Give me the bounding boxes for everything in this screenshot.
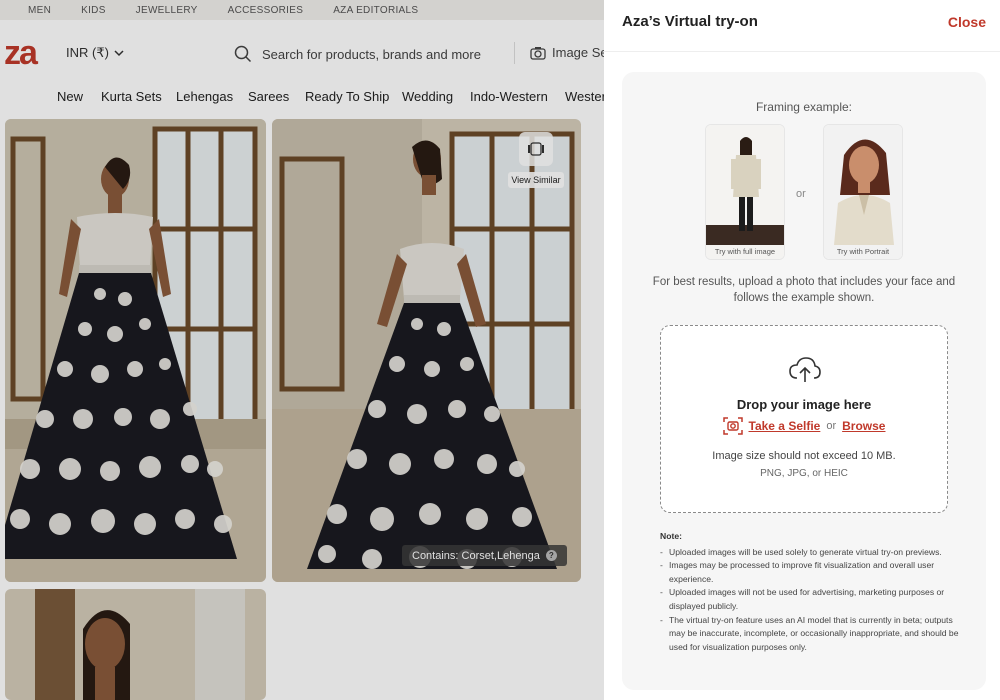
note-item: The virtual try-on feature uses an AI mo… [660,614,960,655]
panel-title: Aza’s Virtual try-on [622,13,758,30]
close-button[interactable]: Close [948,14,986,30]
note-title: Note: [660,531,682,541]
formats-text: PNG, JPG, or HEIC [760,468,848,479]
browse-link[interactable]: Browse [842,419,885,433]
camera-selfie-icon[interactable] [722,417,743,435]
example-portrait[interactable]: Try with Portrait [823,124,903,260]
framing-label: Framing example: [755,100,853,114]
example-full-caption: Try with full image [714,247,776,256]
note-item: Images may be processed to improve fit v… [660,559,960,586]
cloud-upload-icon [789,357,821,382]
storefront-background: MEN KIDS JEWELLERY ACCESSORIES AZA EDITO… [0,0,604,700]
notes-section: Note: Uploaded images will be used solel… [660,530,960,654]
example-portrait-caption: Try with Portrait [836,247,890,256]
virtual-tryon-panel: Aza’s Virtual try-on Close Framing examp… [604,0,1000,700]
note-item: Uploaded images will not be used for adv… [660,586,960,613]
or-separator: or [796,188,806,200]
note-item: Uploaded images will be used solely to g… [660,546,960,560]
size-limit-text: Image size should not exceed 10 MB. [712,450,896,462]
take-selfie-link[interactable]: Take a Selfie [749,419,821,433]
upload-card: Framing example: Try with full image or [622,72,986,690]
or-text: or [826,420,837,432]
panel-header: Aza’s Virtual try-on Close [604,0,1000,52]
example-full-image[interactable]: Try with full image [705,124,785,260]
drop-title: Drop your image here [736,397,872,412]
upload-actions: Take a Selfie or Browse [661,417,947,435]
upload-hint: For best results, upload a photo that in… [652,276,956,304]
image-dropzone[interactable]: Drop your image here Take a Selfie or Br… [660,325,948,513]
modal-overlay[interactable] [0,0,604,700]
